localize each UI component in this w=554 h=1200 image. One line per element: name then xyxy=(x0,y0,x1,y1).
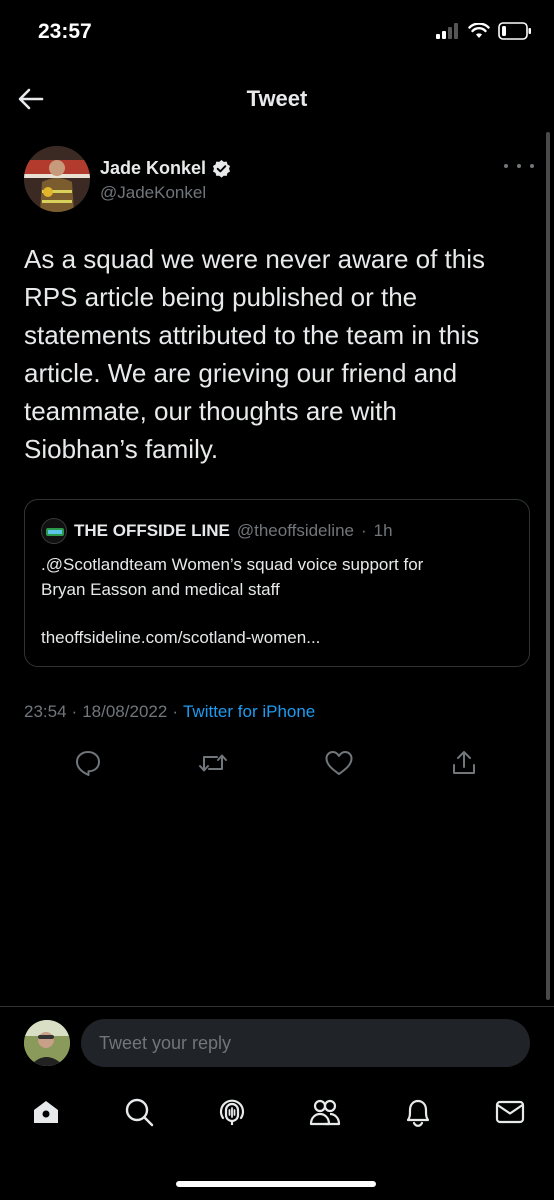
bell-icon xyxy=(406,1099,430,1127)
retweet-icon xyxy=(199,754,227,772)
tweet-text-line: Siobhan’s family. xyxy=(24,434,219,464)
cellular-signal-icon xyxy=(436,23,458,39)
verified-badge-icon xyxy=(212,159,231,178)
status-time: 23:57 xyxy=(38,20,92,43)
tweet-text-line: statements attributed to the team in thi… xyxy=(24,320,480,350)
author-avatar[interactable] xyxy=(24,146,90,212)
home-indicator[interactable] xyxy=(176,1181,376,1187)
battery-icon xyxy=(498,22,531,40)
share-icon xyxy=(453,751,475,774)
quoted-tweet-card[interactable]: THE OFFSIDE LINE @theoffsideline · 1h .@… xyxy=(24,499,530,667)
quoted-author-name[interactable]: THE OFFSIDE LINE xyxy=(74,521,230,541)
search-icon xyxy=(125,1098,154,1127)
quoted-tweet-text: .@Scotlandteam Women’s squad voice suppo… xyxy=(41,552,511,602)
quoted-tweet-text-line: Bryan Easson and medical staff xyxy=(41,580,280,599)
quoted-author-logo xyxy=(42,519,66,543)
wifi-icon xyxy=(468,23,490,38)
tab-messages[interactable] xyxy=(490,1092,530,1132)
tab-home[interactable] xyxy=(26,1092,66,1132)
user-avatar-image xyxy=(24,1020,70,1066)
tweet-time: 23:54 xyxy=(24,702,67,721)
tab-spaces[interactable] xyxy=(212,1092,252,1132)
bottom-tab-bar xyxy=(0,1080,554,1150)
tab-communities[interactable] xyxy=(305,1092,345,1132)
like-button[interactable] xyxy=(322,746,356,780)
author-name[interactable]: Jade Konkel xyxy=(100,158,206,179)
tweet-meta: 23:54 · 18/08/2022 · Twitter for iPhone xyxy=(24,702,315,722)
quoted-tweet-text-line: .@Scotlandteam Women’s squad voice suppo… xyxy=(41,555,424,574)
user-avatar[interactable] xyxy=(24,1020,70,1066)
more-options-button[interactable] xyxy=(504,158,534,174)
author-avatar-image xyxy=(24,146,90,212)
reply-divider xyxy=(0,1006,554,1007)
tweet-source-link[interactable]: Twitter for iPhone xyxy=(183,702,315,722)
communities-icon xyxy=(309,1099,341,1126)
share-button[interactable] xyxy=(447,746,481,780)
scroll-indicator[interactable] xyxy=(546,132,550,1000)
quoted-tweet-age: 1h xyxy=(373,521,393,540)
more-horizontal-icon xyxy=(504,164,508,168)
status-bar: 23:57 xyxy=(0,0,554,68)
home-icon xyxy=(34,1101,58,1123)
tweet-text-line: RPS article being published or the xyxy=(24,282,418,312)
tweet-author: Jade Konkel @JadeKonkel xyxy=(24,146,534,216)
meta-separator: · xyxy=(71,702,78,721)
tweet-text-line: article. We are grieving our friend and xyxy=(24,358,458,388)
spaces-icon xyxy=(219,1099,245,1125)
mail-icon xyxy=(495,1100,525,1124)
meta-separator: · xyxy=(172,702,178,721)
tweet-text-line: teammate, our thoughts are with xyxy=(24,396,397,426)
header: Tweet xyxy=(0,70,554,126)
quoted-tweet-link[interactable]: theoffsideline.com/scotland-women... xyxy=(41,628,320,648)
status-icons xyxy=(436,22,532,40)
retweet-button[interactable] xyxy=(196,746,230,780)
tweet-date: 18/08/2022 xyxy=(82,702,168,721)
reply-input[interactable]: Tweet your reply xyxy=(81,1019,530,1067)
quoted-author-avatar[interactable] xyxy=(41,518,67,544)
tab-search[interactable] xyxy=(119,1092,159,1132)
quoted-tweet-header: THE OFFSIDE LINE @theoffsideline · 1h xyxy=(41,518,393,544)
heart-icon xyxy=(325,751,353,775)
page-title: Tweet xyxy=(246,86,308,111)
quoted-author-handle: @theoffsideline xyxy=(236,521,354,540)
author-name-row[interactable]: Jade Konkel xyxy=(100,158,231,179)
reply-button[interactable] xyxy=(71,746,105,780)
tweet-text: As a squad we were never aware of this R… xyxy=(24,240,536,468)
tweet-text-line: As a squad we were never aware of this xyxy=(24,244,486,274)
reply-icon xyxy=(76,751,100,776)
quoted-separator: · xyxy=(360,521,367,540)
tweet-actions xyxy=(0,740,554,786)
reply-composer: Tweet your reply xyxy=(0,1016,554,1070)
author-handle[interactable]: @JadeKonkel xyxy=(100,183,206,203)
tab-notifications[interactable] xyxy=(398,1092,438,1132)
